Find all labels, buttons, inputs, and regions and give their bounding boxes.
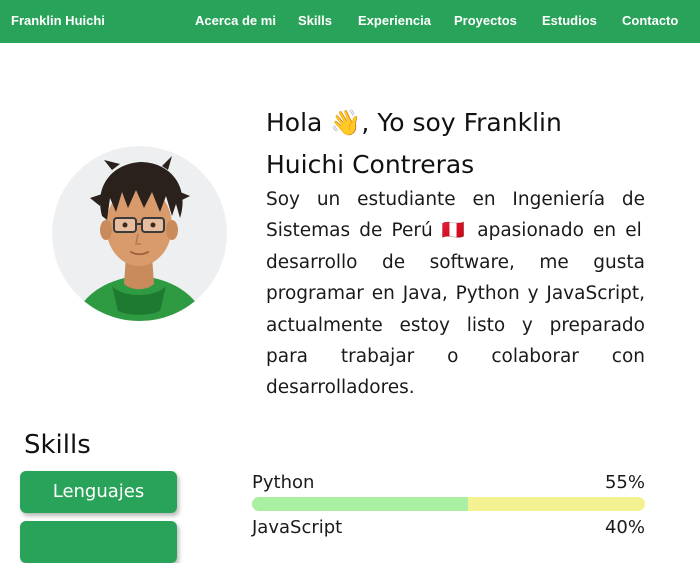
navbar: Franklin Huichi Acerca de mi Skills Expe… — [0, 0, 700, 43]
avatar — [52, 146, 227, 321]
skill-name-python: Python — [252, 472, 315, 493]
skills-tab-lenguajes[interactable]: Lenguajes — [20, 471, 177, 513]
skill-name-javascript: JavaScript — [252, 517, 343, 538]
skills-title: Skills — [24, 430, 91, 460]
intro-text: Soy un estudiante en Ingeniería de Siste… — [266, 189, 645, 399]
avatar-illustration — [52, 146, 227, 321]
nav-item-skills[interactable]: Skills — [298, 13, 332, 28]
nav-item-contacto[interactable]: Contacto — [622, 13, 678, 28]
skill-percent-javascript: 40% — [604, 517, 645, 538]
skill-bar-python — [252, 497, 645, 511]
skills-tab-second[interactable] — [20, 521, 177, 563]
nav-item-proyectos[interactable]: Proyectos — [454, 13, 517, 28]
skill-percent-python: 55% — [604, 472, 645, 493]
skill-bar-fill-python — [252, 497, 469, 511]
nav-item-experiencia[interactable]: Experiencia — [358, 13, 431, 28]
nav-item-acerca-de-mi[interactable]: Acerca de mi — [195, 13, 276, 28]
intro-title: Hola 👋, Yo soy Franklin Huichi Contreras — [266, 108, 562, 179]
brand-link[interactable]: Franklin Huichi — [11, 13, 105, 28]
nav-item-estudios[interactable]: Estudios — [542, 13, 597, 28]
